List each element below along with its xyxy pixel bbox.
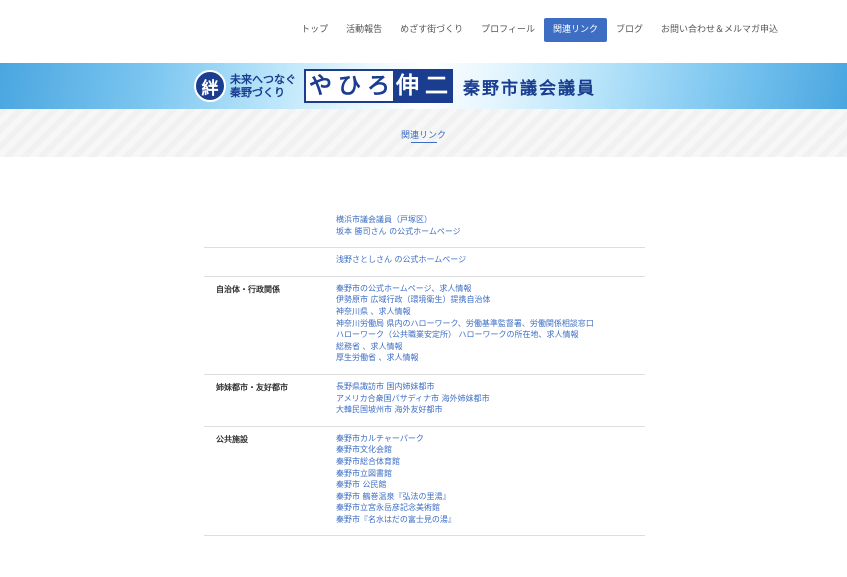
related-link[interactable]: 秦野市文化会館	[336, 444, 645, 456]
politician-name: や ひ ろ 伸 二	[304, 69, 453, 103]
nav-item[interactable]: 関連リンク	[543, 18, 607, 42]
section-label: 自治体・行政関係	[216, 284, 280, 294]
nav-item[interactable]: トップ	[292, 18, 337, 42]
related-link[interactable]: 厚生労働省 、求人情報	[336, 352, 645, 364]
section-label	[204, 214, 336, 237]
related-link[interactable]: 伊勢原市 広域行政（環境衛生）提携自治体	[336, 294, 645, 306]
name-char: 伸	[393, 71, 422, 101]
link-section: 浅野さとしさん の公式ホームページ	[204, 248, 645, 277]
related-link[interactable]: 秦野市立図書館	[336, 468, 645, 480]
related-link[interactable]: 秦野市立宮永岳彦記念美術館	[336, 502, 645, 514]
name-char: 二	[422, 71, 451, 101]
name-char: ろ	[364, 71, 393, 101]
link-section: 公共施設 秦野市カルチャーパーク 秦野市文化会館 秦野市総合体育館 秦野市立図書館 秦野市…	[204, 427, 645, 537]
related-link[interactable]: 大韓民国坡州市 海外友好都市	[336, 404, 645, 416]
related-link[interactable]: 神奈川県 、求人情報	[336, 306, 645, 318]
section-label	[204, 254, 336, 266]
page-title-underline	[411, 142, 437, 143]
section-label: 公共施設	[216, 434, 248, 444]
section-links: 秦野市の公式ホームページ、求人情報 伊勢原市 広域行政（環境衛生）提携自治体 神奈川…	[336, 283, 645, 364]
link-section: 自治体・行政関係 秦野市の公式ホームページ、求人情報 伊勢原市 広域行政（環境衛生）…	[204, 277, 645, 375]
related-link[interactable]: 秦野市 公民館	[336, 479, 645, 491]
link-section: 横浜市議会議員（戸塚区） 坂本 勝司さん の公式ホームページ	[204, 208, 645, 249]
related-link[interactable]: ハローワーク（公共職業安定所） ハローワークの所在地、求人情報	[336, 329, 645, 341]
related-link[interactable]: 坂本 勝司さん の公式ホームページ	[336, 226, 645, 238]
link-sections: 横浜市議会議員（戸塚区） 坂本 勝司さん の公式ホームページ 浅野さとしさん の公式…	[204, 208, 645, 537]
related-link[interactable]: 秦野市の公式ホームページ、求人情報	[336, 283, 645, 295]
section-links: 浅野さとしさん の公式ホームページ	[336, 254, 645, 266]
related-link[interactable]: 秦野市総合体育館	[336, 456, 645, 468]
top-navigation: トップ 活動報告 めざす街づくり プロフィール 関連リンク ブログ お問い合わせ＆メルマガ申…	[0, 0, 847, 62]
related-link[interactable]: 秦野市 鶴巻温泉『弘法の里湯』	[336, 491, 645, 503]
politician-role: 秦野市議会議員	[463, 78, 596, 99]
section-links: 横浜市議会議員（戸塚区） 坂本 勝司さん の公式ホームページ	[336, 214, 645, 237]
banner-motto: 未来へつなぐ 秦野づくり	[230, 73, 296, 99]
motto-line-1: 未来へつなぐ	[230, 73, 296, 86]
section-links: 長野県諏訪市 国内姉妹都市 アメリカ合衆国パサディナ市 海外姉妹都市 大韓民国坡州市…	[336, 381, 645, 416]
page-title: 関連リンク	[400, 131, 446, 141]
nav-item[interactable]: お問い合わせ＆メルマガ申込	[652, 18, 787, 42]
nav-item[interactable]: 活動報告	[337, 18, 391, 42]
related-link[interactable]: アメリカ合衆国パサディナ市 海外姉妹都市	[336, 393, 645, 405]
nav-menu: トップ 活動報告 めざす街づくり プロフィール 関連リンク ブログ お問い合わせ＆メルマガ申…	[292, 18, 787, 42]
name-char: や	[306, 71, 335, 101]
kizuna-emblem: 絆	[194, 70, 226, 102]
related-link[interactable]: 長野県諏訪市 国内姉妹都市	[336, 381, 645, 393]
related-link[interactable]: 秦野市『名水はだの富士見の湯』	[336, 514, 645, 526]
related-link[interactable]: 秦野市カルチャーパーク	[336, 433, 645, 445]
related-link[interactable]: 総務省 、求人情報	[336, 341, 645, 353]
motto-line-2: 秦野づくり	[230, 86, 285, 99]
header-banner: 絆 未来へつなぐ 秦野づくり や ひ ろ 伸 二 秦野市議会議員	[0, 63, 847, 109]
section-label: 姉妹都市・友好都市	[216, 382, 288, 392]
nav-item[interactable]: ブログ	[607, 18, 652, 42]
banner-logo[interactable]: 絆 未来へつなぐ 秦野づくり や ひ ろ 伸 二 秦野市議会議員	[194, 68, 596, 104]
related-link[interactable]: 浅野さとしさん の公式ホームページ	[336, 254, 645, 266]
related-link[interactable]: 横浜市議会議員（戸塚区）	[336, 214, 645, 226]
related-link[interactable]: 神奈川労働局 県内のハローワーク、労働基準監督署、労働関係相談窓口	[336, 318, 645, 330]
nav-item[interactable]: プロフィール	[472, 18, 544, 42]
section-links: 秦野市カルチャーパーク 秦野市文化会館 秦野市総合体育館 秦野市立図書館 秦野市 公民館…	[336, 433, 645, 526]
name-char: ひ	[335, 71, 364, 101]
link-section: 姉妹都市・友好都市 長野県諏訪市 国内姉妹都市 アメリカ合衆国パサディナ市 海外姉妹…	[204, 375, 645, 427]
nav-item[interactable]: めざす街づくり	[391, 18, 472, 42]
